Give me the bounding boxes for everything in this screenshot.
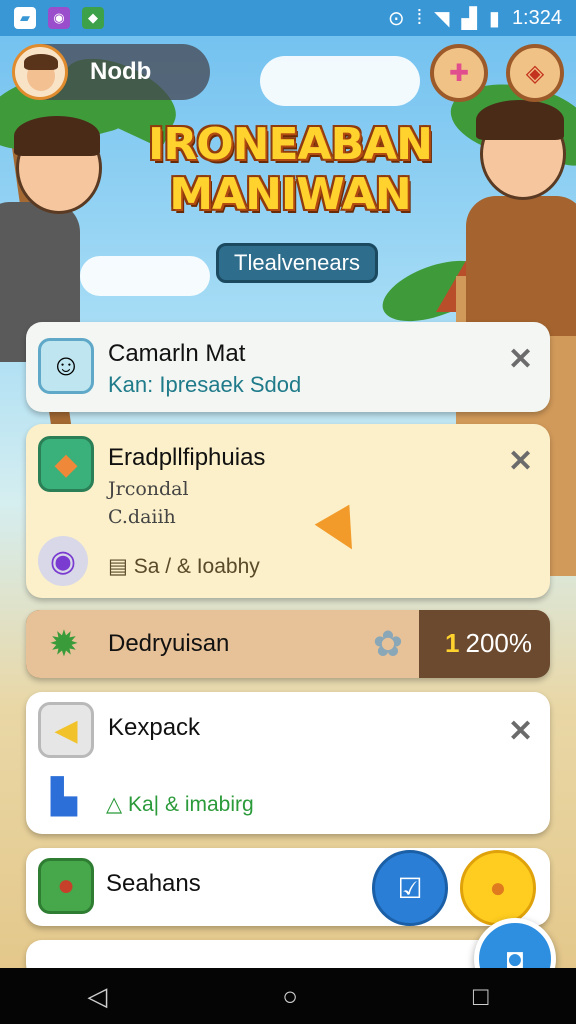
back-icon[interactable]: ◁ bbox=[87, 981, 107, 1012]
card-footer: ▤ Sa / & Ioabhy bbox=[108, 554, 260, 579]
card-footer-text: Sa / & Ioabhy bbox=[133, 555, 260, 578]
profile-name: Nodb bbox=[90, 58, 152, 85]
clock: 1:324 bbox=[511, 6, 562, 29]
map-button[interactable]: ◈ bbox=[506, 44, 564, 102]
vibrate-icon: ⁞ bbox=[416, 6, 423, 29]
recents-icon[interactable]: □ bbox=[473, 981, 489, 1012]
quest-card-1[interactable]: ☺ Camarln Mat Kan: Ipresaek Sdod ✕ bbox=[26, 322, 550, 412]
wifi-icon: ◥ bbox=[434, 7, 450, 30]
sync-icon: ⊙ bbox=[387, 7, 405, 30]
list-icon: ▤ bbox=[108, 555, 128, 578]
image-icon: ▰ bbox=[14, 7, 36, 29]
card-subtitle: Kan: Ipresaek Sdod bbox=[108, 372, 302, 397]
quest-card-3[interactable]: ◀ Kexpack ▙ △ Ka| & imabirg ✕ bbox=[26, 692, 550, 834]
puzzle-icon: ▙ bbox=[50, 778, 78, 816]
progress-value: 1 200% bbox=[445, 628, 532, 659]
gear-puzzle-icon: ✿ bbox=[372, 623, 404, 664]
progress-card[interactable]: ✹ Dedryuisan ✿ 1 200% bbox=[26, 610, 550, 678]
close-icon[interactable]: ✕ bbox=[508, 444, 533, 479]
app-icon-green: ◆ bbox=[82, 7, 104, 29]
battery-icon: ▮ bbox=[488, 7, 500, 30]
signal-icon: ▟ bbox=[461, 7, 477, 30]
card-footer-text: Ka| & imabirg bbox=[128, 793, 254, 816]
quest-card-4[interactable]: ● Seahans ☑ ● bbox=[26, 848, 550, 926]
leaf-icon: ✹ bbox=[48, 623, 80, 664]
avatar[interactable] bbox=[12, 44, 68, 100]
pointer-icon bbox=[314, 504, 370, 560]
seed-icon: ● bbox=[38, 858, 94, 914]
home-icon[interactable]: ○ bbox=[282, 981, 298, 1012]
app-icon-purple: ◉ bbox=[48, 7, 70, 29]
android-nav-bar: ◁ ○ □ bbox=[0, 968, 576, 1024]
close-icon[interactable]: ✕ bbox=[508, 714, 533, 749]
bandage-icon: ✚ bbox=[448, 59, 470, 87]
fruit-badge-icon[interactable]: ● bbox=[460, 850, 536, 926]
triangle-flag-icon: ◀ bbox=[38, 702, 94, 758]
progress-percent: 200% bbox=[465, 628, 533, 658]
subtitle-badge: Tlealvenears bbox=[216, 243, 378, 283]
carrot-icon: ◆ bbox=[38, 436, 94, 492]
progress-prefix: 1 bbox=[445, 628, 460, 658]
bandage-button[interactable]: ✚ bbox=[430, 44, 488, 102]
character-right bbox=[436, 96, 576, 336]
card-footer: △ Ka| & imabirg bbox=[106, 792, 254, 817]
close-icon[interactable]: ✕ bbox=[508, 342, 533, 377]
card-title: Seahans bbox=[106, 870, 201, 897]
card-title: Kexpack bbox=[108, 714, 201, 741]
subtitle-text: Tlealvenears bbox=[234, 250, 360, 275]
title-line-1: IRONEABAN bbox=[147, 119, 433, 170]
status-bar: ▰ ◉ ◆ ⊙ ⁞ ◥ ▟ ▮ 1:324 bbox=[0, 0, 576, 36]
card-title: Eradpllfiphuias bbox=[108, 444, 266, 471]
progress-label: Dedryuisan bbox=[108, 630, 230, 657]
card-line-1: Jrcondal bbox=[108, 478, 189, 500]
cloud bbox=[260, 56, 420, 106]
warning-icon: △ bbox=[106, 793, 123, 816]
quest-card-2[interactable]: ◆ Eradpllfiphuias Jrcondal C.daiih ◉ ▤ S… bbox=[26, 424, 550, 598]
card-line-2: C.daiih bbox=[108, 506, 176, 528]
profile-pill[interactable]: Nodb bbox=[12, 44, 210, 100]
title-line-2: MANIWAN bbox=[169, 169, 411, 220]
camera-lens-icon: ◉ bbox=[38, 536, 88, 586]
card-title: Camarln Mat bbox=[108, 340, 246, 367]
map-icon: ◈ bbox=[525, 59, 545, 87]
checklist-badge-icon[interactable]: ☑ bbox=[372, 850, 448, 926]
character-face-icon: ☺ bbox=[38, 338, 94, 394]
game-title: IRONEABAN MANIWAN bbox=[140, 120, 440, 220]
